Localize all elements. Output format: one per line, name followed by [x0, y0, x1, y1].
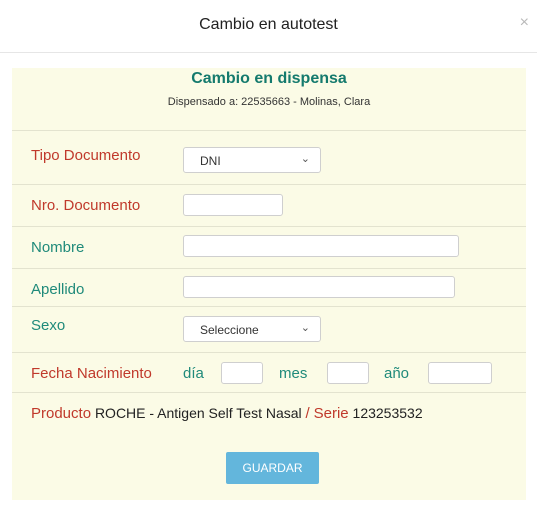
panel-title: Cambio en dispensa — [191, 70, 347, 87]
row-tipo-documento: Tipo Documento DNI ⌄ — [12, 130, 526, 175]
mes-input[interactable] — [327, 362, 369, 384]
sexo-value: Seleccione — [200, 323, 259, 337]
fecha-nacimiento-label: Fecha Nacimiento — [31, 365, 152, 382]
tipo-documento-value: DNI — [200, 154, 221, 168]
modal-title: Cambio en autotest — [199, 16, 338, 33]
row-nombre: Nombre — [12, 226, 526, 269]
producto-line: Producto ROCHE - Antigen Self Test Nasal… — [31, 405, 423, 422]
sexo-label: Sexo — [31, 317, 66, 334]
apellido-label: Apellido — [31, 281, 85, 298]
row-apellido: Apellido — [12, 268, 526, 309]
dispensa-panel: Cambio en dispensa Dispensado a: 2253566… — [12, 68, 526, 500]
dia-input[interactable] — [221, 362, 263, 384]
apellido-input[interactable] — [183, 276, 455, 298]
save-button[interactable]: GUARDAR — [226, 452, 319, 484]
producto-value: ROCHE - Antigen Self Test Nasal — [94, 405, 302, 421]
dia-label: día — [183, 365, 204, 382]
tipo-documento-select[interactable]: DNI ⌄ — [183, 147, 321, 173]
nombre-input[interactable] — [183, 235, 459, 257]
chevron-down-icon: ⌄ — [300, 153, 310, 165]
row-sexo: Sexo Seleccione ⌄ — [12, 306, 526, 353]
anio-label: año — [384, 365, 410, 382]
sexo-select[interactable]: Seleccione ⌄ — [183, 316, 321, 342]
panel-subtitle: Dispensado a: 22535663 - Molinas, Clara — [167, 96, 371, 108]
producto-separator: / — [305, 405, 310, 422]
close-icon[interactable]: × — [520, 14, 529, 32]
anio-input[interactable] — [428, 362, 492, 384]
chevron-down-icon: ⌄ — [300, 322, 310, 334]
tipo-documento-label: Tipo Documento — [31, 147, 141, 164]
row-fecha-nacimiento: Fecha Nacimiento día mes año — [12, 352, 526, 393]
serie-label: Serie — [313, 405, 349, 422]
producto-label: Producto — [31, 405, 92, 422]
nro-documento-label: Nro. Documento — [31, 197, 141, 214]
row-nro-documento: Nro. Documento — [12, 184, 526, 227]
row-producto: Producto ROCHE - Antigen Self Test Nasal… — [12, 392, 526, 435]
nro-documento-input[interactable] — [183, 194, 283, 216]
nombre-label: Nombre — [31, 239, 85, 256]
serie-value: 123253532 — [352, 405, 423, 421]
modal-header: Cambio en autotest × — [0, 0, 537, 53]
mes-label: mes — [279, 365, 308, 382]
